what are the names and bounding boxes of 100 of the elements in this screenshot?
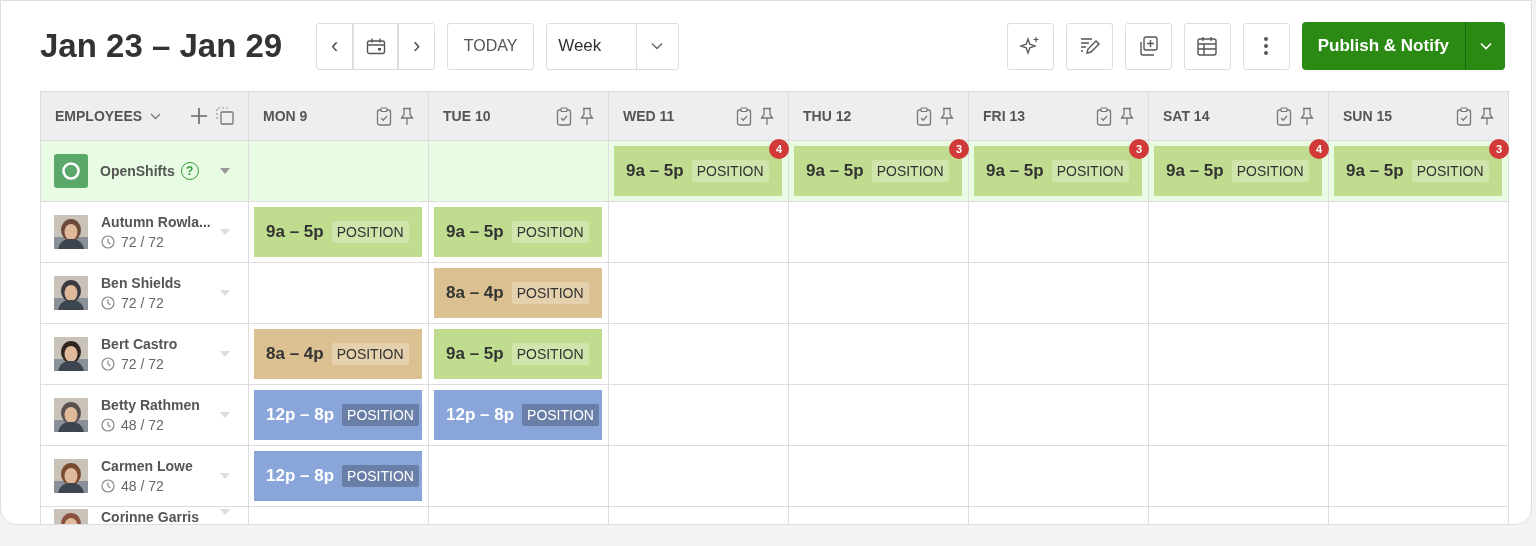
pin-icon[interactable] [580, 106, 594, 126]
clipboard-check-icon[interactable] [376, 106, 392, 126]
count-badge: 4 [1309, 139, 1329, 159]
shift-time: 9a – 5p [1166, 161, 1224, 181]
pin-icon[interactable] [760, 106, 774, 126]
shift-time: 9a – 5p [266, 222, 324, 242]
sparkle-button[interactable] [1006, 22, 1054, 70]
hours-text: 48 / 72 [121, 478, 164, 494]
duplicate-button[interactable] [1124, 22, 1172, 70]
clock-icon [101, 296, 115, 310]
chevron-down-icon[interactable] [150, 112, 162, 120]
pin-icon[interactable] [1120, 106, 1134, 126]
shift-block[interactable]: 9a – 5p POSITION [254, 207, 422, 257]
position-tag: POSITION [331, 221, 409, 243]
today-button[interactable]: TODAY [447, 22, 535, 70]
copy-icon[interactable] [216, 107, 234, 125]
schedule-button[interactable] [1183, 22, 1231, 70]
shift-time: 12p – 8p [266, 466, 335, 486]
publish-button[interactable]: Publish & Notify [1301, 22, 1465, 70]
shift-time: 9a – 5p [446, 222, 504, 242]
shift-time: 9a – 5p [626, 161, 684, 181]
clock-icon [101, 418, 115, 432]
clipboard-check-icon[interactable] [1096, 106, 1112, 126]
position-tag: POSITION [871, 160, 949, 182]
chevron-down-icon [651, 42, 664, 50]
publish-menu-button[interactable] [1465, 22, 1505, 70]
position-tag: POSITION [1411, 160, 1489, 182]
position-tag: POSITION [511, 343, 589, 365]
shift-block[interactable]: 9a – 5p POSITION [434, 207, 602, 257]
hours-text: 72 / 72 [121, 295, 164, 311]
day-label: SUN 15 [1343, 108, 1393, 124]
previous-button[interactable]: ‹ [316, 22, 354, 70]
position-tag: POSITION [511, 221, 589, 243]
shift-block[interactable]: 8a – 4p POSITION [434, 268, 602, 318]
pin-icon[interactable] [1480, 106, 1494, 126]
employee-name[interactable]: Carmen Lowe [101, 458, 193, 474]
calendar-button[interactable] [353, 22, 399, 70]
position-tag: POSITION [342, 465, 419, 487]
day-label: MON 9 [263, 108, 308, 124]
shift-block[interactable]: 9a – 5p POSITION [434, 329, 602, 379]
open-shifts-icon [54, 154, 88, 188]
edit-list-button[interactable] [1065, 22, 1113, 70]
hours-text: 72 / 72 [121, 356, 164, 372]
day-label: SAT 14 [1163, 108, 1210, 124]
add-icon[interactable] [190, 107, 208, 125]
caret-down-icon[interactable] [220, 168, 230, 174]
position-tag: POSITION [522, 404, 599, 426]
count-badge: 4 [769, 139, 789, 159]
open-shifts-label: OpenShifts [100, 163, 175, 179]
count-badge: 3 [1129, 139, 1149, 159]
shift-block[interactable]: 8a – 4p POSITION [254, 329, 422, 379]
clipboard-check-icon[interactable] [736, 106, 752, 126]
day-label: THU 12 [803, 108, 852, 124]
shift-block[interactable]: 12p – 8p POSITION [254, 451, 422, 501]
employee-name[interactable]: Autumn Rowla... [101, 214, 211, 230]
position-tag: POSITION [331, 343, 409, 365]
list-pencil-icon [1078, 35, 1101, 57]
clipboard-check-icon[interactable] [916, 106, 932, 126]
shift-block[interactable]: 12p – 8p POSITION [434, 390, 602, 440]
shift-time: 9a – 5p [1346, 161, 1404, 181]
count-badge: 3 [1489, 139, 1509, 159]
pin-icon[interactable] [940, 106, 954, 126]
position-tag: POSITION [342, 404, 419, 426]
shift-time: 9a – 5p [446, 344, 504, 364]
date-range-title: Jan 23 – Jan 29 [40, 27, 283, 65]
calendar-icon [1196, 35, 1219, 57]
employee-name[interactable]: Corinne Garris [101, 509, 200, 524]
copy-plus-icon [1137, 35, 1160, 57]
shift-time: 12p – 8p [446, 405, 515, 425]
pin-icon[interactable] [1300, 106, 1314, 126]
position-tag: POSITION [691, 160, 769, 182]
view-dropdown[interactable]: Week [546, 22, 680, 70]
shift-time: 9a – 5p [806, 161, 864, 181]
pin-icon[interactable] [400, 106, 414, 126]
calendar-icon [365, 37, 386, 55]
clipboard-check-icon[interactable] [556, 106, 572, 126]
employee-name[interactable]: Betty Rathmen [101, 397, 200, 413]
day-label: TUE 10 [443, 108, 491, 124]
clock-icon [101, 479, 115, 493]
shift-time: 8a – 4p [266, 344, 324, 364]
clock-icon [101, 357, 115, 371]
hours-text: 48 / 72 [121, 417, 164, 433]
chevron-down-icon [1479, 42, 1492, 50]
clock-icon [101, 235, 115, 249]
position-tag: POSITION [511, 282, 589, 304]
position-tag: POSITION [1231, 160, 1309, 182]
hours-text: 72 / 72 [121, 234, 164, 250]
clipboard-check-icon[interactable] [1456, 106, 1472, 126]
shift-time: 8a – 4p [446, 283, 504, 303]
shift-time: 9a – 5p [986, 161, 1044, 181]
clipboard-check-icon[interactable] [1276, 106, 1292, 126]
employee-name[interactable]: Bert Castro [101, 336, 178, 352]
next-button[interactable]: › [398, 22, 436, 70]
more-icon [1263, 36, 1270, 56]
day-label: FRI 13 [983, 108, 1025, 124]
shift-block[interactable]: 12p – 8p POSITION [254, 390, 422, 440]
employee-name[interactable]: Ben Shields [101, 275, 182, 291]
column-title[interactable]: EMPLOYEES [55, 108, 143, 124]
sparkle-icon [1019, 35, 1042, 57]
day-label: WED 11 [623, 108, 675, 124]
